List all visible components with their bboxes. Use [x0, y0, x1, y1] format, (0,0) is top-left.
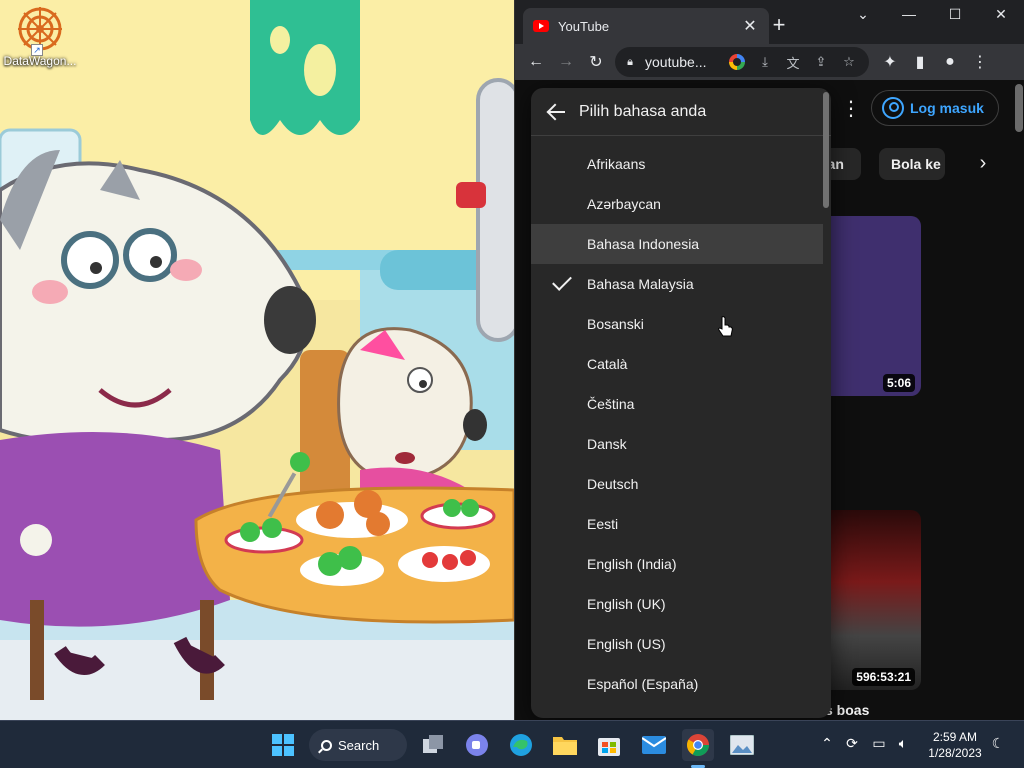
file-explorer-icon[interactable]	[549, 729, 581, 761]
volume-icon[interactable]: 🔈︎	[893, 735, 913, 752]
taskbar-search[interactable]: Search	[309, 729, 407, 761]
language-menu-scrollbar[interactable]	[823, 92, 829, 208]
chrome-window: YouTube ✕ + ⌄ — ☐ ✕ ← → ↻ 🔒︎ youtube... …	[514, 0, 1024, 720]
account-icon	[882, 97, 904, 119]
language-item-eesti[interactable]: Eesti	[531, 504, 823, 544]
profile-avatar-icon[interactable]: ●	[935, 47, 965, 77]
language-menu: Pilih bahasa anda Afrikaans Azərbaycan B…	[531, 88, 831, 718]
video-title-2[interactable]: s boas	[825, 702, 869, 718]
youtube-favicon-icon	[533, 20, 549, 32]
hand-cursor-icon	[718, 316, 733, 337]
language-item-catala[interactable]: Català	[531, 344, 823, 384]
clock-date: 1/28/2023	[928, 746, 982, 760]
extensions-puzzle-icon[interactable]: ✦	[875, 47, 905, 77]
sign-in-label: Log masuk	[910, 100, 984, 116]
desktop-icon-label: DataWagon...	[3, 54, 77, 68]
chrome-menu-icon[interactable]: ⋮	[965, 47, 995, 77]
bookmark-star-icon[interactable]: ☆	[835, 48, 863, 76]
install-app-icon[interactable]: ⤓	[751, 48, 779, 76]
desktop-wallpaper	[0, 0, 514, 720]
focus-moon-icon[interactable]: ☾	[988, 735, 1008, 752]
checkmark-icon	[552, 271, 572, 291]
minimize-button[interactable]: —	[894, 6, 924, 22]
desktop-shortcut-datawagon[interactable]: ↗ DataWagon...	[2, 6, 78, 68]
back-arrow-icon[interactable]	[545, 101, 567, 123]
close-tab-icon[interactable]: ✕	[741, 16, 759, 36]
close-window-button[interactable]: ✕	[986, 6, 1016, 23]
translate-icon[interactable]: 文	[779, 48, 807, 76]
language-item-bosanski[interactable]: Bosanski	[531, 304, 823, 344]
reload-button[interactable]: ↻	[581, 47, 611, 77]
task-view-icon[interactable]	[418, 729, 450, 761]
language-item-english-us[interactable]: English (US)	[531, 624, 823, 664]
youtube-page: ⋮ Log masuk nan Bola ke › 5:06 596:53:21…	[515, 80, 1024, 720]
video-duration-2: 596:53:21	[852, 668, 915, 686]
chevron-up-icon[interactable]: ⌃	[817, 735, 837, 752]
settings-kebab-icon[interactable]: ⋮	[841, 96, 861, 121]
tab-strip: YouTube ✕ + ⌄ — ☐ ✕	[515, 0, 1024, 44]
photos-app-icon[interactable]	[726, 729, 758, 761]
tab-youtube[interactable]: YouTube ✕	[523, 8, 769, 44]
language-item-bahasa-indonesia[interactable]: Bahasa Indonesia	[531, 224, 823, 264]
video-duration-1: 5:06	[882, 374, 915, 392]
new-tab-button[interactable]: +	[767, 14, 791, 36]
sync-alert-icon[interactable]: ⟳	[842, 735, 862, 752]
teams-chat-icon[interactable]	[461, 729, 493, 761]
tab-title: YouTube	[558, 18, 610, 34]
cartoon-wallpaper-image	[0, 0, 514, 720]
google-lens-icon[interactable]	[723, 48, 751, 76]
start-windows-icon[interactable]	[267, 729, 299, 761]
microsoft-store-icon[interactable]	[593, 729, 625, 761]
tab-search-dropdown-icon[interactable]: ⌄	[848, 6, 878, 23]
forward-button[interactable]: →	[551, 47, 581, 77]
language-item-cestina[interactable]: Čeština	[531, 384, 823, 424]
lock-icon[interactable]: 🔒︎	[621, 56, 639, 69]
network-icon[interactable]: ▭	[869, 735, 889, 752]
maximize-button[interactable]: ☐	[940, 6, 970, 23]
chevron-right-icon[interactable]: ›	[971, 152, 995, 175]
chip-filter-2[interactable]: Bola ke	[879, 148, 945, 180]
url-text: youtube...	[645, 54, 707, 70]
taskbar-search-label: Search	[338, 737, 380, 753]
browser-toolbar: ← → ↻ 🔒︎ youtube... ⤓ 文 ⇪ ☆ ✦ ▮ ● ⋮	[515, 44, 1024, 80]
share-icon[interactable]: ⇪	[807, 48, 835, 76]
language-item-afrikaans[interactable]: Afrikaans	[531, 144, 823, 184]
language-item-english-uk[interactable]: English (UK)	[531, 584, 823, 624]
side-panel-icon[interactable]: ▮	[905, 47, 935, 77]
mandala-logo-icon: ↗	[17, 6, 63, 56]
shortcut-arrow-icon: ↗	[31, 44, 43, 56]
clock[interactable]: 2:59 AM 1/28/2023	[920, 729, 990, 761]
taskbar: Search ⌃ ⟳ ▭ 🔈︎ 2:59 AM 1/28/2023 ☾	[0, 720, 1024, 768]
language-item-dansk[interactable]: Dansk	[531, 424, 823, 464]
address-bar[interactable]: 🔒︎ youtube... ⤓ 文 ⇪ ☆	[615, 47, 869, 77]
page-scrollbar[interactable]	[1015, 84, 1023, 132]
search-icon	[321, 739, 332, 751]
edge-browser-icon[interactable]	[505, 729, 537, 761]
language-item-english-india[interactable]: English (India)	[531, 544, 823, 584]
language-item-azerbaycan[interactable]: Azərbaycan	[531, 184, 823, 224]
language-list: Afrikaans Azərbaycan Bahasa Indonesia Ba…	[531, 136, 831, 704]
language-menu-title: Pilih bahasa anda	[579, 102, 707, 120]
sign-in-button[interactable]: Log masuk	[871, 90, 999, 126]
clock-time: 2:59 AM	[932, 730, 978, 744]
language-item-bahasa-malaysia[interactable]: Bahasa Malaysia	[531, 264, 823, 304]
language-item-espanol-espana[interactable]: Español (España)	[531, 664, 823, 704]
language-item-deutsch[interactable]: Deutsch	[531, 464, 823, 504]
chrome-taskbar-icon[interactable]	[682, 729, 714, 761]
back-button[interactable]: ←	[521, 47, 551, 77]
mail-icon[interactable]	[638, 729, 670, 761]
language-menu-header: Pilih bahasa anda	[531, 88, 831, 136]
